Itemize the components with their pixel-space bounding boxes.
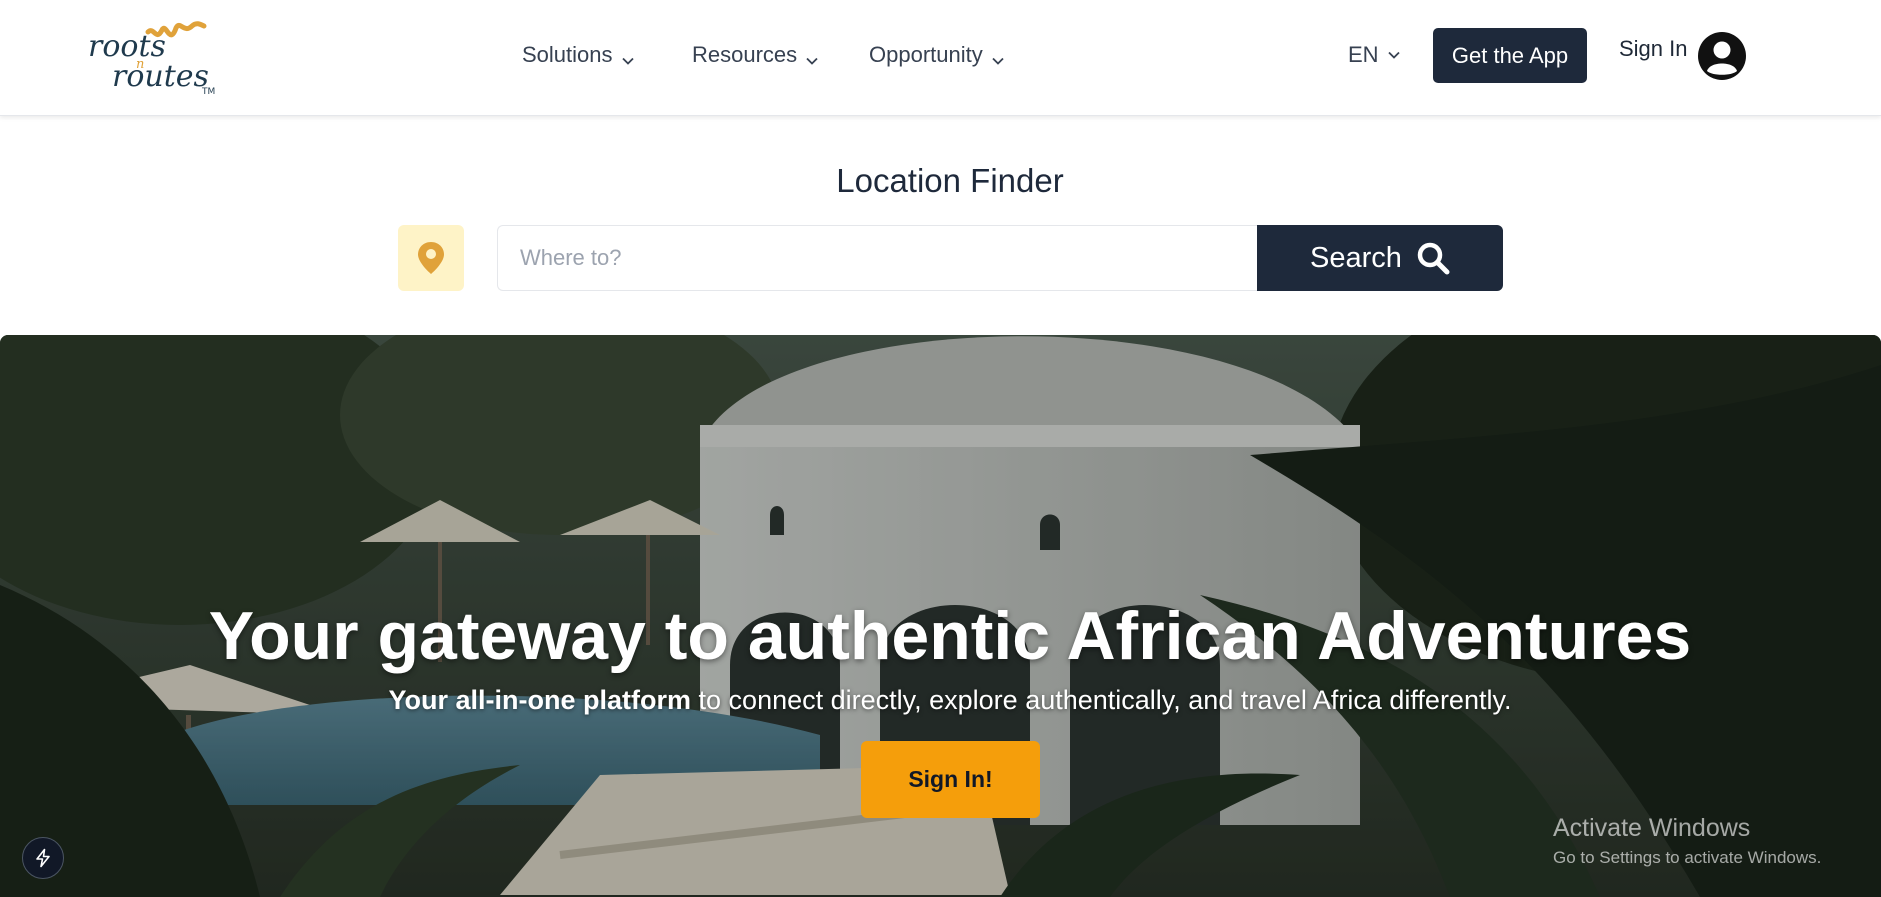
- search-button[interactable]: Search: [1257, 225, 1503, 291]
- magnifier-icon: [1417, 242, 1450, 275]
- nav-opportunity[interactable]: Opportunity: [869, 42, 1005, 68]
- hero-section: Your gateway to authentic African Advent…: [0, 335, 1881, 897]
- lightning-bolt-icon: [36, 848, 50, 868]
- site-header: roots n routes TM Solutions Resources Op…: [0, 0, 1881, 116]
- nav-opportunity-label: Opportunity: [869, 42, 983, 67]
- hero-subtitle-bold: Your all-in-one platform: [388, 685, 692, 715]
- hero-subtitle: Your all-in-one platform to connect dire…: [0, 685, 1881, 716]
- location-finder-title: Location Finder: [836, 162, 1064, 199]
- location-pin-button[interactable]: [398, 225, 464, 291]
- windows-activation-subtitle: Go to Settings to activate Windows.: [1553, 848, 1822, 867]
- sign-in-link[interactable]: Sign In: [1619, 36, 1688, 62]
- chevron-down-icon: [1387, 42, 1401, 68]
- chevron-down-icon: [805, 48, 819, 65]
- language-value: EN: [1348, 42, 1379, 67]
- map-pin-icon: [418, 242, 444, 274]
- nav-resources-label: Resources: [692, 42, 798, 67]
- logo-trademark: TM: [201, 87, 215, 97]
- hero-subtitle-rest: to connect directly, explore authentical…: [691, 685, 1512, 715]
- chevron-down-icon: [991, 48, 1005, 65]
- get-the-app-button[interactable]: Get the App: [1433, 28, 1587, 83]
- logo-mark: roots n routes TM: [88, 21, 215, 97]
- nav-solutions[interactable]: Solutions: [522, 42, 635, 68]
- nav-solutions-label: Solutions: [522, 42, 613, 67]
- windows-activation-title: Activate Windows: [1553, 814, 1751, 842]
- search-input[interactable]: [497, 225, 1258, 291]
- quick-action-button[interactable]: [22, 837, 64, 879]
- logo-word-routes: routes: [112, 59, 209, 94]
- hero-title: Your gateway to authentic African Advent…: [208, 598, 1692, 674]
- search-button-label: Search: [1310, 241, 1402, 274]
- hero-sign-in-button[interactable]: Sign In!: [861, 741, 1040, 818]
- chevron-down-icon: [621, 48, 635, 65]
- language-selector[interactable]: EN: [1348, 42, 1401, 68]
- nav-resources[interactable]: Resources: [692, 42, 819, 68]
- user-circle-icon[interactable]: [1697, 31, 1747, 81]
- roots-n-routes-logo[interactable]: roots n routes TM: [84, 16, 234, 100]
